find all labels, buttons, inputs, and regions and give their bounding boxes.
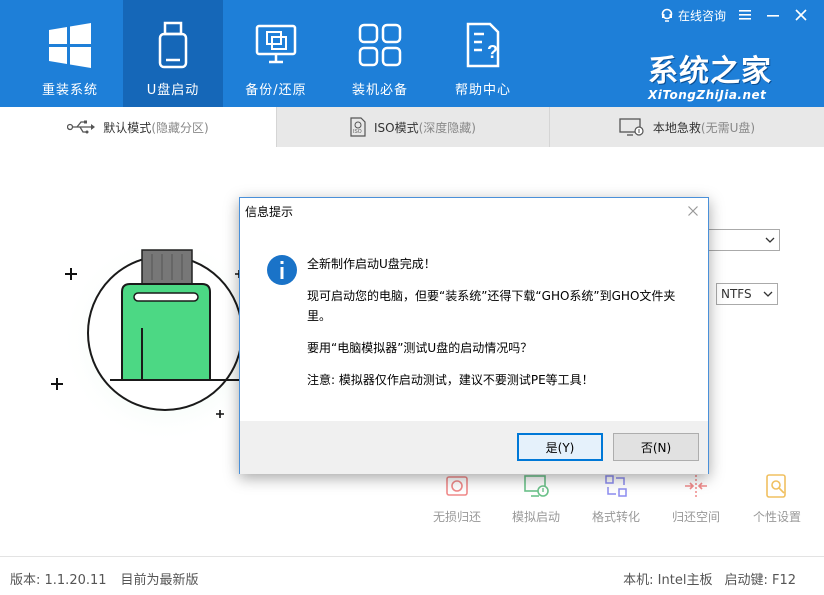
system-select[interactable] (700, 229, 780, 251)
window-controls: 在线咨询 (660, 6, 810, 24)
yes-button[interactable]: 是(Y) (517, 433, 603, 461)
windows-icon (49, 23, 91, 68)
nav-label: U盘启动 (146, 83, 200, 98)
site-logo: 系统之家 XiTongZhiJia.net (648, 46, 772, 102)
close-button[interactable] (792, 6, 810, 24)
tab-default-mode[interactable]: 默认模式 (隐藏分区) (0, 107, 276, 147)
tab-sub: (无需U盘) (700, 120, 756, 135)
nav-label: 重装系统 (41, 83, 98, 98)
plus-icon (65, 268, 77, 280)
iso-disc-icon: ISO (350, 117, 366, 137)
nav-usb-boot[interactable]: U盘启动 (123, 0, 223, 107)
chevron-down-icon (763, 291, 773, 297)
message-line: 现可启动您的电脑，但要“装系统”还得下载“GHO系统”到GHO文件夹里。 (307, 289, 676, 323)
tool-restore-space[interactable]: 归还空间 (656, 470, 736, 525)
plus-icon (51, 378, 63, 390)
apps-grid-icon (358, 23, 402, 67)
update-status: 目前为最新版 (120, 573, 199, 588)
menu-icon (739, 10, 751, 20)
tab-label: 默认模式 (103, 120, 152, 135)
close-icon (688, 206, 698, 216)
tool-bar: 无损归还 模拟启动 格式转化 归还空间 个性设置 (420, 470, 824, 530)
header: 重装系统 U盘启动 备份/还原 装机必备 ? 帮助中心 在线咨询 系统之家 Xi… (0, 0, 824, 107)
tab-local-rescue[interactable]: 本地急救 (无需U盘) (550, 107, 824, 147)
backup-restore-icon (255, 24, 297, 64)
format-value: NTFS (721, 287, 752, 301)
tool-personalize[interactable]: 个性设置 (737, 470, 817, 525)
menu-button[interactable] (736, 6, 754, 24)
consult-label: 在线咨询 (677, 8, 726, 23)
tab-label: 本地急救 (652, 120, 701, 135)
restore-space-icon (685, 475, 707, 497)
nav-label: 装机必备 (351, 83, 408, 98)
mode-tabs: 默认模式 (隐藏分区) ISO ISO模式 (深度隐藏) 本地急救 (无需U盘) (0, 107, 824, 147)
dialog-footer: 是(Y) 否(N) (240, 421, 708, 474)
info-dialog: 信息提示 全新制作启动U盘完成！ 现可启动您的电脑，但要“装系统”还得下载“GH… (239, 197, 709, 474)
tool-label: 归还空间 (671, 510, 720, 524)
info-icon (267, 255, 297, 285)
nav-reinstall-system[interactable]: 重装系统 (20, 0, 120, 107)
message-line: 注意: 模拟器仅作启动测试，建议不要测试PE等工具！ (307, 373, 594, 387)
tab-sub: (深度隐藏) (418, 120, 476, 135)
simulate-boot-icon (524, 475, 549, 497)
version-text: 版本: 1.1.20.11 (10, 573, 107, 588)
tab-iso-mode[interactable]: ISO ISO模式 (深度隐藏) (277, 107, 549, 147)
personalize-icon (766, 474, 786, 498)
lossless-restore-icon (446, 476, 468, 496)
tab-label: ISO模式 (374, 120, 419, 135)
tool-label: 格式转化 (591, 510, 640, 524)
message-line: 全新制作启动U盘完成！ (307, 257, 436, 271)
format-convert-icon (605, 475, 627, 497)
format-select[interactable]: NTFS (716, 283, 778, 305)
nav-label: 备份/还原 (245, 83, 307, 98)
dialog-title: 信息提示 (245, 204, 294, 219)
nav-essentials[interactable]: 装机必备 (330, 0, 430, 107)
svg-text:?: ? (487, 42, 498, 62)
logo-chinese: 系统之家 (648, 54, 772, 89)
nav-label: 帮助中心 (454, 83, 511, 98)
tool-simulate-boot[interactable]: 模拟启动 (496, 470, 576, 525)
minimize-icon (767, 15, 779, 17)
headset-icon (661, 8, 673, 22)
nav-help-center[interactable]: ? 帮助中心 (433, 0, 533, 107)
online-consult-link[interactable]: 在线咨询 (660, 7, 726, 24)
logo-english: XiTongZhiJia.net (648, 88, 767, 102)
usb-illustration (51, 235, 270, 445)
message-line: 要用“电脑模拟器”测试U盘的启动情况吗？ (307, 341, 533, 355)
status-bar: 版本: 1.1.20.11 目前为最新版 本机: Intel主板 启动键: F1… (0, 556, 824, 595)
minimize-button[interactable] (764, 6, 782, 24)
dialog-message: 全新制作启动U盘完成！ 现可启动您的电脑，但要“装系统”还得下载“GHO系统”到… (307, 254, 692, 402)
usb-symbol-icon (67, 120, 96, 134)
boot-hotkey: 启动键: F12 (724, 573, 796, 588)
svg-text:ISO: ISO (353, 129, 362, 135)
close-icon (795, 9, 807, 21)
tab-sub: (隐藏分区) (151, 120, 209, 135)
dialog-close-button[interactable] (688, 202, 698, 220)
monitor-icon (619, 118, 644, 136)
machine-info: 本机: Intel主板 (623, 573, 713, 588)
no-button[interactable]: 否(N) (613, 433, 699, 461)
tool-label: 模拟启动 (511, 510, 560, 524)
tool-format-convert[interactable]: 格式转化 (576, 470, 656, 525)
nav-backup-restore[interactable]: 备份/还原 (226, 0, 326, 107)
tool-label: 个性设置 (752, 510, 801, 524)
tool-label: 无损归还 (432, 510, 481, 524)
help-document-icon: ? (466, 22, 500, 68)
tool-lossless-restore[interactable]: 无损归还 (417, 470, 497, 525)
usb-drive-icon (158, 21, 188, 69)
chevron-down-icon (765, 237, 775, 243)
